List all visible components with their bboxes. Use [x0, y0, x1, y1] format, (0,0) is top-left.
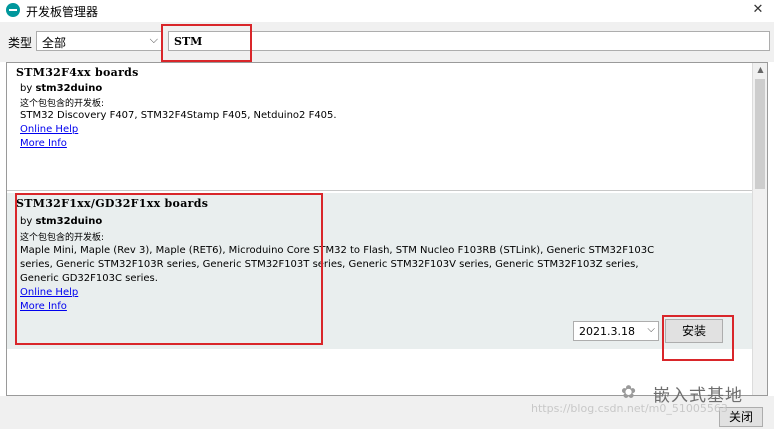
scrollbar-thumb[interactable]	[755, 79, 765, 189]
board-includes-label: 这个包包含的开发板:	[20, 99, 105, 109]
type-label: 类型	[8, 36, 33, 50]
more-info-link[interactable]: More Info	[20, 138, 67, 149]
type-select[interactable]: 全部 ⌵	[36, 31, 162, 51]
board-author: by stm32duino	[20, 83, 103, 94]
board-description: STM32 Discovery F407, STM32F4Stamp F405,…	[20, 110, 337, 121]
chevron-down-icon: ⌵	[647, 324, 655, 335]
watermark-url: https://blog.csdn.net/m0_51005563	[531, 402, 728, 415]
wechat-logo-icon: ✿	[621, 382, 637, 403]
window-close-button[interactable]: ✕	[742, 0, 774, 20]
chevron-down-icon: ⌵	[149, 33, 158, 46]
board-title: STM32F4xx boards	[16, 66, 139, 79]
vertical-scrollbar[interactable]: ▲	[752, 63, 767, 395]
scroll-up-arrow-icon[interactable]: ▲	[753, 63, 768, 77]
search-input[interactable]: STM	[168, 31, 770, 51]
type-select-value: 全部	[42, 36, 67, 50]
online-help-link[interactable]: Online Help	[20, 124, 78, 135]
version-select[interactable]: 2021.3.18 ⌵	[573, 321, 659, 341]
filter-bar: 类型 全部 ⌵ STM	[0, 22, 774, 62]
version-select-value: 2021.3.18	[579, 325, 635, 338]
board-item[interactable]: STM32F4xx boards by stm32duino 这个包包含的开发板…	[7, 63, 752, 191]
install-highlight-box	[662, 315, 734, 361]
search-highlight-box	[161, 24, 252, 62]
window-title: 开发板管理器	[26, 5, 99, 19]
arduino-logo-icon	[6, 3, 20, 17]
title-bar: 开发板管理器 ✕	[0, 0, 774, 22]
board-highlight-box	[15, 193, 323, 345]
